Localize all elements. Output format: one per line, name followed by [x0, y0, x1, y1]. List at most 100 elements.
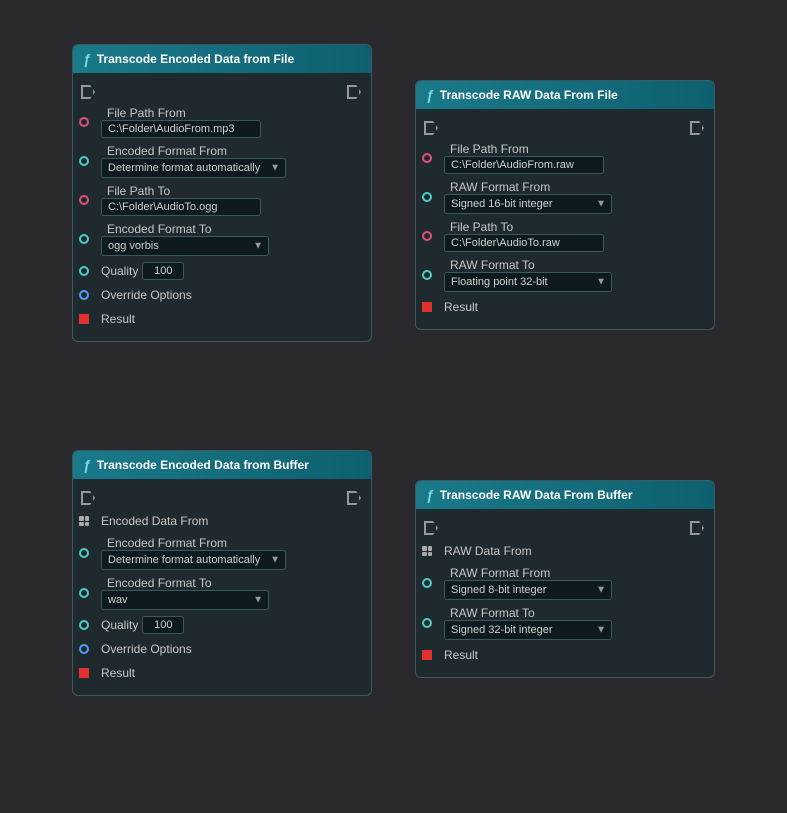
- result-label-teb: Result: [101, 666, 135, 680]
- file-path-from-row-tef: File Path From: [73, 103, 371, 141]
- raw-format-to-row-trf: RAW Format To Floating point 32-bit Sign…: [416, 255, 714, 295]
- encoded-format-from-row-teb: Encoded Format From Determine format aut…: [73, 533, 371, 573]
- function-icon: ƒ: [83, 51, 91, 67]
- node-header-teb: ƒ Transcode Encoded Data from Buffer: [73, 451, 371, 479]
- file-path-to-label-tef: File Path To: [107, 184, 261, 198]
- pin-override-teb[interactable]: [79, 644, 89, 654]
- exec-row-teb: [73, 487, 371, 509]
- exec-pin-in-trf[interactable]: [424, 121, 438, 135]
- result-row-tef: Result: [73, 307, 371, 331]
- node-header-tef: ƒ Transcode Encoded Data from File: [73, 45, 371, 73]
- pin-enc-format-from-tef[interactable]: [79, 156, 89, 166]
- pin-quality-tef[interactable]: [79, 266, 89, 276]
- pin-result-teb[interactable]: [79, 668, 89, 678]
- node-header-trf: ƒ Transcode RAW Data From File: [416, 81, 714, 109]
- exec-pin-in-tef[interactable]: [81, 85, 95, 99]
- node-title-trf: Transcode RAW Data From File: [440, 88, 618, 102]
- exec-pin-out-tef[interactable]: [347, 85, 361, 99]
- exec-pin-out-teb[interactable]: [347, 491, 361, 505]
- pin-raw-format-to-trb[interactable]: [422, 618, 432, 628]
- raw-format-from-select-trf[interactable]: Signed 16-bit integer Signed 8-bit integ…: [444, 194, 612, 214]
- function-icon-trf: ƒ: [426, 87, 434, 103]
- pin-file-path-from-tef[interactable]: [79, 117, 89, 127]
- file-path-to-row-tef: File Path To: [73, 181, 371, 219]
- file-path-to-row-trf: File Path To: [416, 217, 714, 255]
- exec-pin-out-trf[interactable]: [690, 121, 704, 135]
- encoded-format-to-row-teb: Encoded Format To wav ogg vorbis mp3 fla…: [73, 573, 371, 613]
- raw-format-to-select-trf[interactable]: Floating point 32-bit Signed 8-bit integ…: [444, 272, 612, 292]
- encoded-data-from-label-teb: Encoded Data From: [101, 514, 208, 528]
- node-title-teb: Transcode Encoded Data from Buffer: [97, 458, 309, 472]
- enc-format-from-select-tef[interactable]: Determine format automatically: [101, 158, 286, 178]
- result-label-trf: Result: [444, 300, 478, 314]
- exec-row-tef: [73, 81, 371, 103]
- enc-format-to-select-tef[interactable]: ogg vorbis wav mp3: [101, 236, 269, 256]
- raw-format-from-label-trb: RAW Format From: [450, 566, 612, 580]
- enc-format-to-label-teb: Encoded Format To: [107, 576, 269, 590]
- quality-input-teb[interactable]: [142, 616, 184, 634]
- pin-file-path-to-tef[interactable]: [79, 195, 89, 205]
- enc-format-from-select-teb[interactable]: Determine format automatically: [101, 550, 286, 570]
- enc-format-to-select-teb[interactable]: wav ogg vorbis mp3 flac: [101, 590, 269, 610]
- enc-format-to-label-tef: Encoded Format To: [107, 222, 269, 236]
- raw-format-from-label-trf: RAW Format From: [450, 180, 612, 194]
- quality-row-tef: Quality: [73, 259, 371, 283]
- override-label-tef: Override Options: [101, 288, 192, 302]
- pin-file-path-to-trf[interactable]: [422, 231, 432, 241]
- enc-format-from-label-tef: Encoded Format From: [107, 144, 286, 158]
- pin-raw-format-from-trb[interactable]: [422, 578, 432, 588]
- node-header-trb: ƒ Transcode RAW Data From Buffer: [416, 481, 714, 509]
- node-transcode-encoded-buffer: ƒ Transcode Encoded Data from Buffer Enc…: [72, 450, 372, 696]
- encoded-format-to-row-tef: Encoded Format To ogg vorbis wav mp3 ▼: [73, 219, 371, 259]
- pin-override-tef[interactable]: [79, 290, 89, 300]
- raw-format-from-select-trb[interactable]: Signed 8-bit integer Signed 16-bit integ…: [444, 580, 612, 600]
- file-path-from-input-tef[interactable]: [101, 120, 261, 138]
- pin-enc-format-to-teb[interactable]: [79, 588, 89, 598]
- pin-quality-teb[interactable]: [79, 620, 89, 630]
- node-transcode-raw-buffer: ƒ Transcode RAW Data From Buffer RAW Dat…: [415, 480, 715, 678]
- function-icon-teb: ƒ: [83, 457, 91, 473]
- pin-enc-format-from-teb[interactable]: [79, 548, 89, 558]
- exec-pin-out-trb[interactable]: [690, 521, 704, 535]
- raw-format-to-label-trb: RAW Format To: [450, 606, 612, 620]
- node-title-tef: Transcode Encoded Data from File: [97, 52, 294, 66]
- quality-row-teb: Quality: [73, 613, 371, 637]
- pin-encoded-data-from-teb[interactable]: [79, 516, 89, 526]
- override-label-teb: Override Options: [101, 642, 192, 656]
- file-path-to-input-tef[interactable]: [101, 198, 261, 216]
- pin-raw-format-to-trf[interactable]: [422, 270, 432, 280]
- raw-format-to-select-trb[interactable]: Signed 32-bit integer Signed 8-bit integ…: [444, 620, 612, 640]
- enc-format-from-label-teb: Encoded Format From: [107, 536, 286, 550]
- file-path-from-row-trf: File Path From: [416, 139, 714, 177]
- override-options-row-teb: Override Options: [73, 637, 371, 661]
- exec-pin-in-teb[interactable]: [81, 491, 95, 505]
- override-options-row-tef: Override Options: [73, 283, 371, 307]
- pin-file-path-from-trf[interactable]: [422, 153, 432, 163]
- raw-format-from-row-trf: RAW Format From Signed 16-bit integer Si…: [416, 177, 714, 217]
- result-label-tef: Result: [101, 312, 135, 326]
- encoded-data-from-row-teb: Encoded Data From: [73, 509, 371, 533]
- result-row-trf: Result: [416, 295, 714, 319]
- raw-format-to-label-trf: RAW Format To: [450, 258, 612, 272]
- pin-result-trb[interactable]: [422, 650, 432, 660]
- result-row-trb: Result: [416, 643, 714, 667]
- pin-raw-format-from-trf[interactable]: [422, 192, 432, 202]
- exec-row-trb: [416, 517, 714, 539]
- pin-result-tef[interactable]: [79, 314, 89, 324]
- raw-format-from-row-trb: RAW Format From Signed 8-bit integer Sig…: [416, 563, 714, 603]
- file-path-from-label-trf: File Path From: [450, 142, 604, 156]
- quality-label-tef: Quality: [101, 264, 138, 278]
- pin-result-trf[interactable]: [422, 302, 432, 312]
- file-path-from-input-trf[interactable]: [444, 156, 604, 174]
- raw-data-from-row-trb: RAW Data From: [416, 539, 714, 563]
- pin-enc-format-to-tef[interactable]: [79, 234, 89, 244]
- encoded-format-from-row-tef: Encoded Format From Determine format aut…: [73, 141, 371, 181]
- node-transcode-encoded-file: ƒ Transcode Encoded Data from File File …: [72, 44, 372, 342]
- file-path-to-input-trf[interactable]: [444, 234, 604, 252]
- function-icon-trb: ƒ: [426, 487, 434, 503]
- quality-input-tef[interactable]: [142, 262, 184, 280]
- pin-raw-data-from-trb[interactable]: [422, 546, 432, 556]
- result-row-teb: Result: [73, 661, 371, 685]
- exec-pin-in-trb[interactable]: [424, 521, 438, 535]
- node-title-trb: Transcode RAW Data From Buffer: [440, 488, 633, 502]
